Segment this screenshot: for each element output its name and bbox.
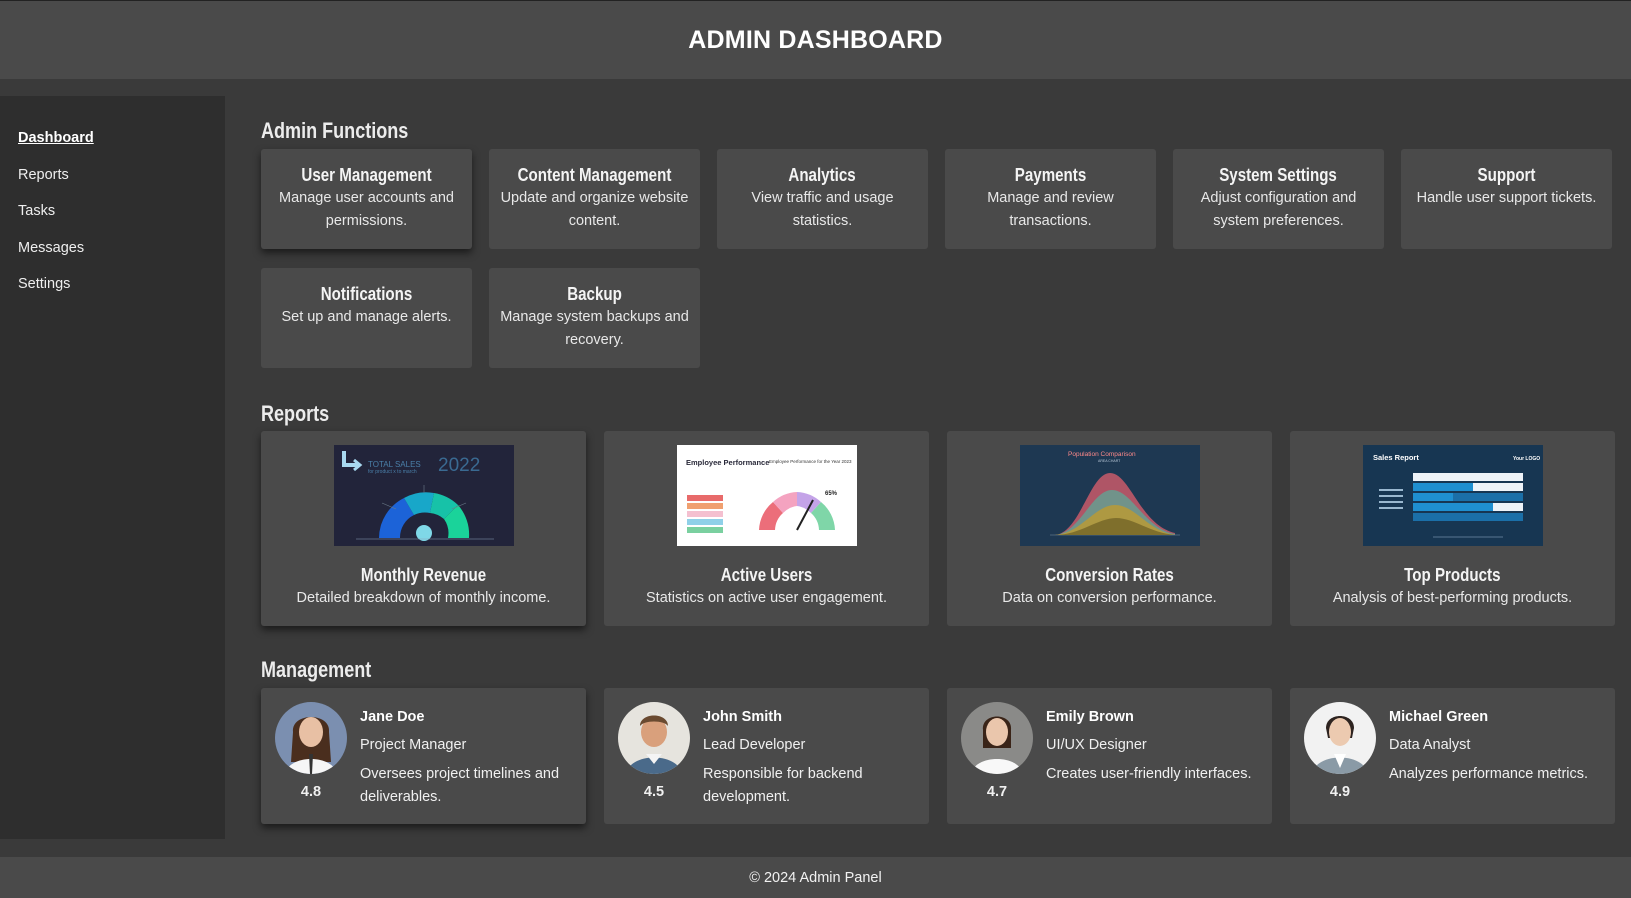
person-card-jane-doe[interactable]: 4.8 Jane Doe Project Manager Oversees pr…	[261, 688, 586, 824]
person-name: Michael Green	[1389, 709, 1489, 725]
thumb-heading: Employee Performance	[686, 458, 769, 467]
main-content: Admin Functions User Management Manage u…	[261, 96, 1615, 824]
function-card-user-management[interactable]: User Management Manage user accounts and…	[261, 149, 472, 249]
rating: 4.8	[300, 784, 322, 800]
function-card-system-settings[interactable]: System Settings Adjust configuration and…	[1173, 149, 1384, 249]
person-name: Emily Brown	[1046, 709, 1134, 725]
thumb-heading: TOTAL SALES	[368, 460, 421, 469]
card-description: Manage and review transactions.	[987, 190, 1114, 229]
admin-functions-section: Admin Functions User Management Manage u…	[261, 116, 1613, 368]
person-role: Lead Developer	[703, 737, 806, 753]
function-card-support[interactable]: Support Handle user support tickets.	[1401, 149, 1612, 249]
person-role: UI/UX Designer	[1046, 737, 1147, 753]
person-role: Data Analyst	[1389, 737, 1471, 753]
report-card-top-products[interactable]: Sales Report Your LOGO Top Products Anal…	[1290, 431, 1615, 626]
sidebar-item-messages[interactable]: Messages	[18, 240, 225, 277]
thumb-heading: Sales Report	[1373, 453, 1419, 462]
card-description: Manage system backups and recovery.	[500, 309, 689, 348]
sidebar-item-tasks[interactable]: Tasks	[18, 203, 225, 240]
card-description: Manage user accounts and permissions.	[279, 190, 454, 229]
person-card-emily-brown[interactable]: 4.7 Emily Brown UI/UX Designer Creates u…	[947, 688, 1272, 824]
card-title: Monthly Revenue	[360, 565, 487, 585]
person-description: Creates user-friendly interfaces.	[1046, 766, 1252, 782]
monthly-revenue-thumbnail: TOTAL SALES 2022 for product x to march	[333, 445, 514, 546]
sidebar-item-dashboard[interactable]: Dashboard	[18, 130, 225, 167]
page-footer: © 2024 Admin Panel	[0, 857, 1631, 898]
person-name: John Smith	[703, 709, 782, 725]
rating: 4.5	[643, 784, 665, 800]
card-description: Statistics on active user engagement.	[646, 590, 887, 606]
rating: 4.7	[986, 784, 1008, 800]
card-description: View traffic and usage statistics.	[751, 190, 894, 229]
management-section: Management 4.8 Jane Doe Project Manager	[261, 655, 1615, 824]
function-card-analytics[interactable]: Analytics View traffic and usage statist…	[717, 149, 928, 249]
top-products-thumbnail: Sales Report Your LOGO	[1362, 445, 1543, 546]
function-card-content-management[interactable]: Content Management Update and organize w…	[489, 149, 700, 249]
person-card-john-smith[interactable]: 4.5 John Smith Lead Developer Responsibl…	[604, 688, 929, 824]
card-title: Content Management	[517, 165, 672, 185]
card-title: Payments	[1014, 165, 1087, 185]
reports-section: Reports TOTAL SALES 2022 for product x t…	[261, 399, 1615, 626]
card-title: Notifications	[320, 284, 413, 304]
card-description: Detailed breakdown of monthly income.	[296, 590, 551, 606]
avatar	[618, 702, 690, 774]
person-card-michael-green[interactable]: 4.9 Michael Green Data Analyst Analyzes …	[1290, 688, 1615, 824]
card-title: Backup	[567, 284, 622, 304]
page-header: ADMIN DASHBOARD	[0, 0, 1631, 79]
thumb-percent: 65%	[825, 491, 838, 497]
rating: 4.9	[1329, 784, 1351, 800]
person-description: Oversees project timelines and deliverab…	[360, 766, 560, 805]
management-heading: Management	[261, 657, 372, 682]
thumb-subheading: for product x to march	[368, 469, 417, 475]
admin-functions-heading: Admin Functions	[261, 118, 409, 143]
sidebar-item-reports[interactable]: Reports	[18, 167, 225, 204]
conversion-rates-thumbnail: Population Comparison AREA CHART	[1019, 445, 1200, 546]
avatar	[275, 702, 347, 774]
page-title: ADMIN DASHBOARD	[688, 25, 943, 54]
card-title: Support	[1477, 165, 1536, 185]
person-name: Jane Doe	[360, 709, 425, 725]
report-card-active-users[interactable]: Employee Performance Employee Performanc…	[604, 431, 929, 626]
thumb-subheading: AREA CHART	[1098, 459, 1121, 463]
function-card-backup[interactable]: Backup Manage system backups and recover…	[489, 268, 700, 368]
report-card-conversion-rates[interactable]: Population Comparison AREA CHART Convers…	[947, 431, 1272, 626]
card-title: Active Users	[720, 565, 813, 585]
thumb-heading: Population Comparison	[1068, 451, 1136, 458]
avatar	[1304, 702, 1376, 774]
thumb-subheading: Employee Performance for the Year 2023	[769, 459, 852, 464]
footer-copyright: © 2024 Admin Panel	[749, 869, 882, 886]
thumb-logo: Your LOGO	[1513, 456, 1540, 462]
thumb-year: 2022	[438, 455, 480, 476]
reports-heading: Reports	[261, 401, 330, 426]
card-title: Conversion Rates	[1045, 565, 1174, 585]
person-role: Project Manager	[360, 737, 467, 753]
card-description: Data on conversion performance.	[1002, 590, 1217, 606]
sidebar-item-settings[interactable]: Settings	[18, 276, 225, 313]
person-description: Responsible for backend development.	[703, 766, 863, 805]
card-description: Set up and manage alerts.	[281, 309, 452, 325]
card-title: Top Products	[1404, 565, 1501, 585]
function-card-notifications[interactable]: Notifications Set up and manage alerts.	[261, 268, 472, 368]
card-description: Update and organize website content.	[500, 190, 689, 229]
card-title: User Management	[301, 165, 432, 185]
card-description: Adjust configuration and system preferen…	[1200, 190, 1357, 229]
card-description: Analysis of best-performing products.	[1332, 590, 1573, 606]
card-description: Handle user support tickets.	[1416, 190, 1597, 206]
active-users-thumbnail: Employee Performance Employee Performanc…	[676, 445, 857, 546]
card-title: System Settings	[1219, 165, 1338, 185]
sidebar: Dashboard Reports Tasks Messages Setting…	[0, 96, 225, 839]
report-card-monthly-revenue[interactable]: TOTAL SALES 2022 for product x to march …	[261, 431, 586, 626]
person-description: Analyzes performance metrics.	[1389, 766, 1589, 782]
avatar	[961, 702, 1033, 774]
card-title: Analytics	[788, 165, 857, 185]
function-card-payments[interactable]: Payments Manage and review transactions.	[945, 149, 1156, 249]
